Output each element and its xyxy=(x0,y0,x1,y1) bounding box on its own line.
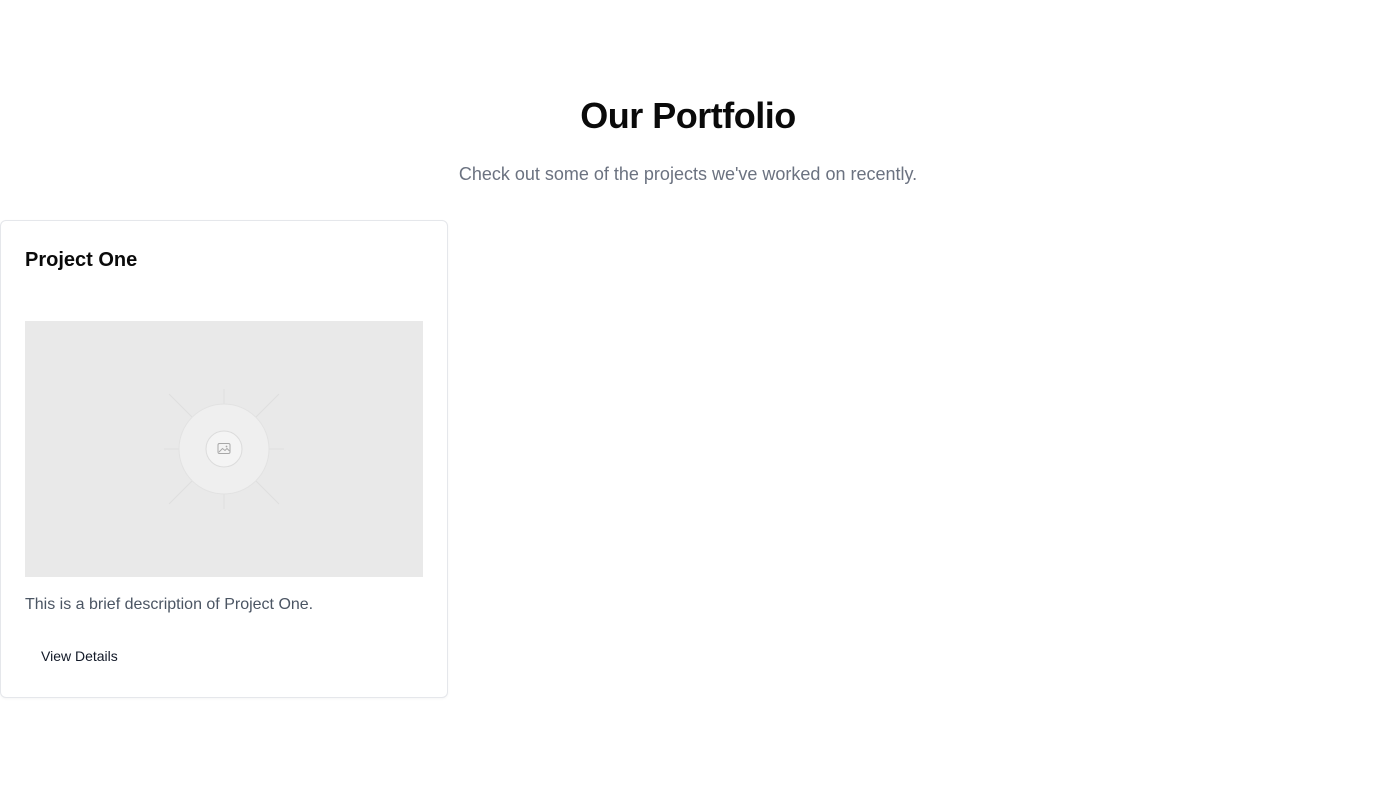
project-card: Project One This is a brief description xyxy=(0,220,448,698)
view-details-button[interactable]: View Details xyxy=(25,639,134,673)
portfolio-section: Our Portfolio Check out some of the proj… xyxy=(0,0,1376,794)
project-title: Project One xyxy=(25,249,138,271)
page-subtitle: Check out some of the projects we've wor… xyxy=(458,164,918,184)
project-description: This is a brief description of Project O… xyxy=(25,596,314,613)
project-image-placeholder xyxy=(25,321,423,577)
image-placeholder-graphic xyxy=(164,389,284,509)
page-title: Our Portfolio xyxy=(580,95,796,136)
